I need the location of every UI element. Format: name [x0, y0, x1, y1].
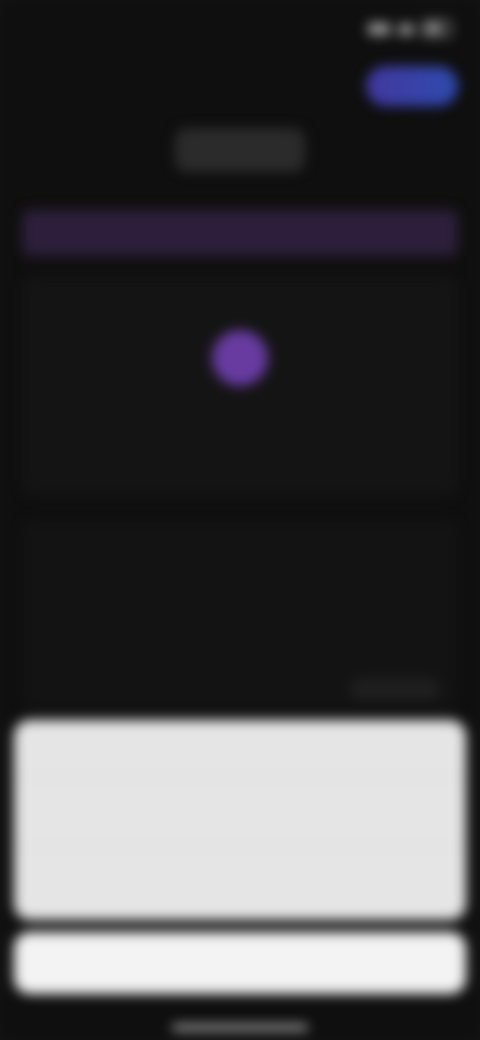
blurred-app-background [0, 0, 480, 1040]
action-sheet-option-2[interactable] [14, 848, 466, 918]
action-sheet [14, 720, 466, 920]
home-indicator[interactable] [172, 1025, 308, 1030]
cancel-button[interactable] [14, 932, 466, 994]
action-sheet-title [14, 720, 466, 777]
action-sheet-option-1[interactable] [14, 777, 466, 848]
